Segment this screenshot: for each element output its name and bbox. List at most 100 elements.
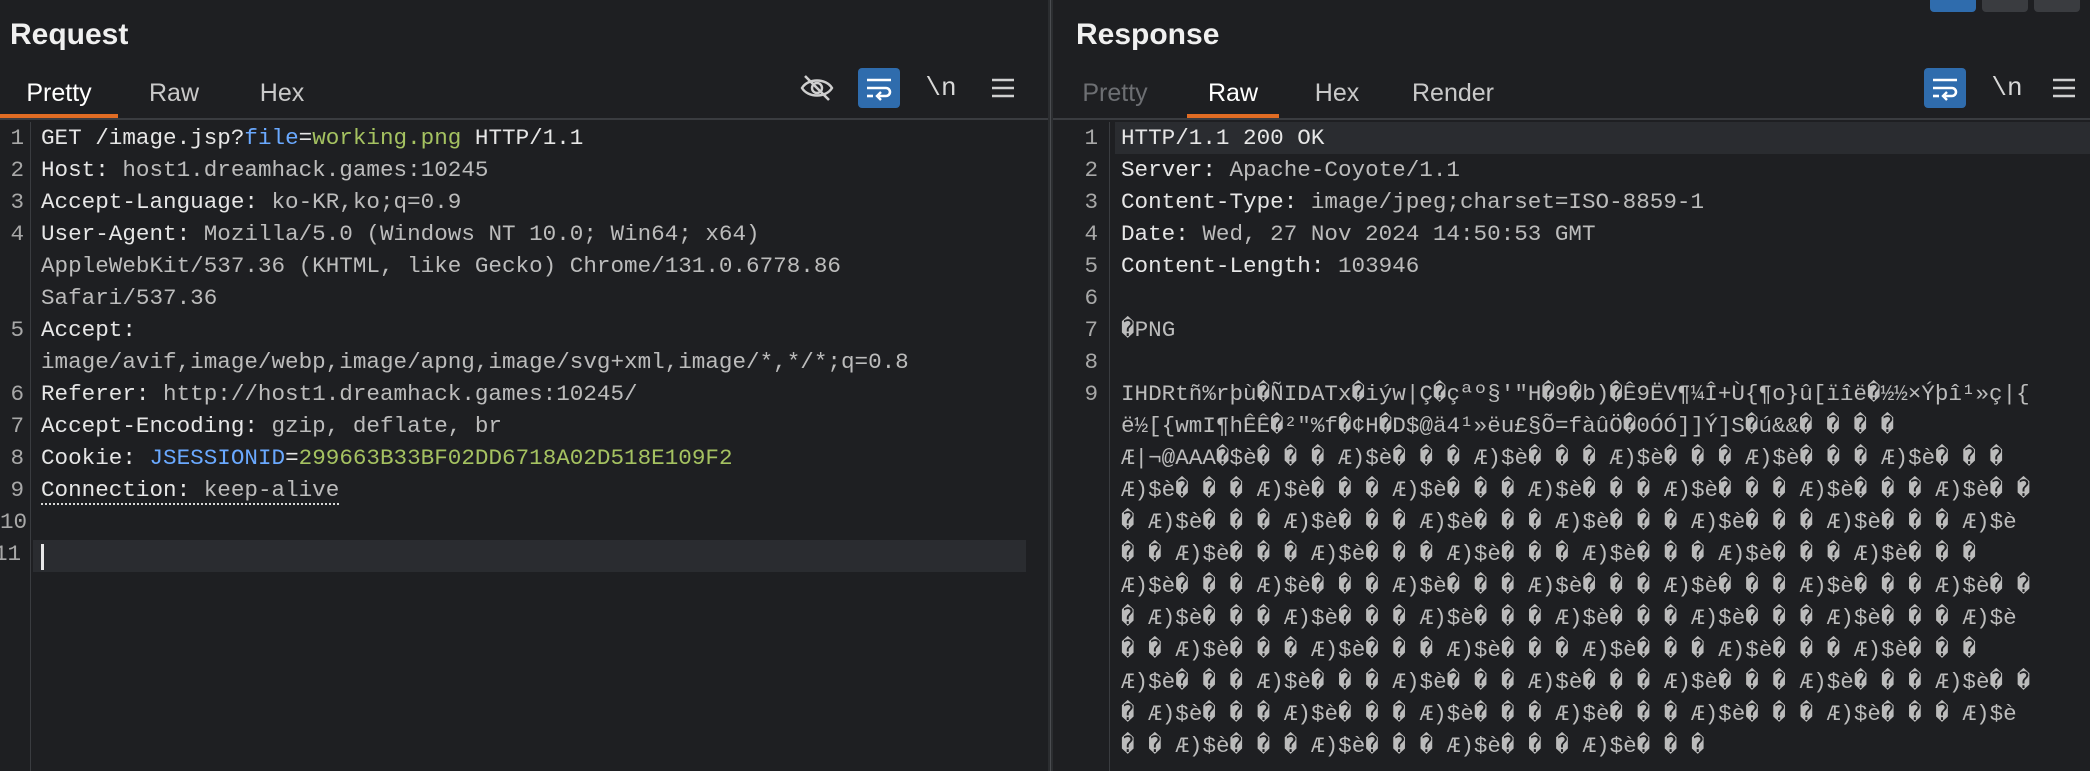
cookie-value: 299663B33BF02DD6718A02D518E109F2	[298, 445, 733, 471]
line-number: 5	[10, 317, 24, 343]
tab-raw[interactable]: Raw	[132, 78, 216, 118]
line-number: 1	[10, 125, 24, 151]
body-continuation: � Æ)$è� � � Æ)$è� � � Æ)$è� � � Æ)$è� � …	[1121, 509, 2017, 535]
line-number: 6	[1084, 285, 1098, 311]
wrap-lines-toggle[interactable]	[1924, 68, 1966, 108]
body-text: IHDRtñ%rþù�ÑIDATx�iýw|Ç�çªº§'"H�9�b)�Ê9Ë…	[1121, 381, 2030, 407]
header-name: Accept-Language:	[41, 189, 258, 215]
body-continuation: Æ)$è� � � Æ)$è� � � Æ)$è� � � Æ)$è� � � …	[1121, 669, 2031, 695]
status-text: HTTP/1.1 200 OK	[1121, 125, 1325, 151]
tab-hex[interactable]: Hex	[1295, 78, 1379, 118]
tab-hex[interactable]: Hex	[240, 78, 324, 118]
line-number: 3	[1084, 189, 1098, 215]
pane-splitter-line	[1050, 0, 1051, 771]
header-name: Accept:	[41, 317, 136, 343]
line-number: 9	[10, 477, 24, 503]
line-number: 7	[10, 413, 24, 439]
header-name: Connection:	[41, 477, 191, 503]
header-name: Content-Type:	[1121, 189, 1298, 215]
gutter-separator	[30, 122, 31, 771]
header-name: Content-Length:	[1121, 253, 1325, 279]
tab-pretty[interactable]: Pretty	[0, 78, 118, 118]
show-newlines-toggle[interactable]: \n	[1986, 68, 2028, 108]
header-value: Mozilla/5.0 (Windows NT 10.0; Win64; x64…	[190, 221, 760, 247]
header-name: Date:	[1121, 221, 1189, 247]
line-number: 8	[10, 445, 24, 471]
header-name: Server:	[1121, 157, 1216, 183]
show-newlines-toggle[interactable]: \n	[920, 68, 962, 108]
wrap-lines-toggle[interactable]	[858, 68, 900, 108]
header-value-continuation: AppleWebKit/537.36 (KHTML, like Gecko) C…	[41, 253, 841, 279]
menu-button[interactable]	[982, 68, 1024, 108]
wrap-text-icon	[1930, 74, 1960, 102]
line-number: 3	[10, 189, 24, 215]
tabbar-divider	[0, 118, 1048, 120]
body-continuation: Æ|¬@AAA�$è� � � Æ)$è� � � Æ)$è� � � Æ)$è…	[1121, 445, 2004, 471]
equals-sign: =	[298, 125, 313, 151]
line-number: 6	[10, 381, 24, 407]
cookie-key: JSESSIONID	[149, 445, 286, 471]
single-pane-icon[interactable]	[2034, 0, 2080, 12]
line-number: 4	[10, 221, 24, 247]
body-continuation: � � Æ)$è� � � Æ)$è� � � Æ)$è� � � Æ)$è� …	[1121, 733, 1705, 759]
newline-label: \n	[925, 73, 957, 103]
layout-toggle-group	[1920, 0, 2090, 14]
menu-button[interactable]	[2043, 68, 2085, 108]
http-version: HTTP/1.1	[461, 125, 584, 151]
line-number: 4	[1084, 221, 1098, 247]
line-number: 5	[1084, 253, 1098, 279]
request-path: /image.jsp?	[81, 125, 245, 151]
header-value: ko-KR,ko;q=0.9	[257, 189, 462, 215]
line-number: 10	[0, 509, 28, 535]
request-panel: Request Pretty Raw Hex \n 1 GET /image.j…	[0, 0, 1048, 771]
response-panel: Response Pretty Raw Hex Render \n 1 HTTP…	[1053, 0, 2090, 771]
panel-title: Request	[10, 18, 129, 51]
line-number: 9	[1084, 381, 1098, 407]
http-method: GET	[41, 125, 82, 151]
body-text: �PNG	[1121, 317, 1176, 343]
header-value-continuation: Safari/537.36	[41, 285, 218, 311]
tab-render[interactable]: Render	[1395, 78, 1511, 118]
hide-nonprintable-toggle[interactable]	[796, 68, 838, 108]
tab-raw[interactable]: Raw	[1187, 78, 1279, 118]
body-continuation: � Æ)$è� � � Æ)$è� � � Æ)$è� � � Æ)$è� � …	[1121, 701, 2017, 727]
header-value: http://host1.dreamhack.games:10245/	[149, 381, 638, 407]
query-param-value: working.png	[312, 125, 462, 151]
header-value: 103946	[1324, 253, 1420, 279]
header-value: keep-alive	[190, 477, 340, 503]
body-continuation: � � Æ)$è� � � Æ)$è� � � Æ)$è� � � Æ)$è� …	[1121, 637, 1977, 663]
split-horizontal-icon[interactable]	[1930, 0, 1976, 12]
header-value: Wed, 27 Nov 2024 14:50:53 GMT	[1188, 221, 1596, 247]
request-editor[interactable]: 1 GET /image.jsp?file=working.png HTTP/1…	[0, 122, 1048, 771]
body-continuation: ë½[{wmI¶hÊÊ�²"%f�¢H�D$@ä4¹»ëu£§Õ=fàûÖ�0Ó…	[1121, 413, 1895, 439]
header-value: Apache-Coyote/1.1	[1215, 157, 1460, 183]
line-number: 2	[1084, 157, 1098, 183]
equals-sign: =	[285, 445, 299, 471]
tab-pretty[interactable]: Pretty	[1059, 78, 1171, 118]
line-number: 8	[1084, 349, 1098, 375]
body-continuation: � Æ)$è� � � Æ)$è� � � Æ)$è� � � Æ)$è� � …	[1121, 605, 2017, 631]
header-name: Referer:	[41, 381, 150, 407]
line-number: 1	[1084, 125, 1098, 151]
hamburger-menu-icon	[989, 76, 1017, 100]
query-param-key: file	[244, 125, 299, 151]
line-number: 7	[1084, 317, 1098, 343]
tabbar-divider	[1053, 118, 2090, 120]
header-value-continuation: image/avif,image/webp,image/apng,image/s…	[41, 349, 909, 375]
hamburger-menu-icon	[2050, 76, 2078, 100]
response-editor[interactable]: 1 HTTP/1.1 200 OK 2 Server: Apache-Coyot…	[1053, 122, 2090, 771]
eye-slash-icon	[799, 72, 835, 104]
header-value: host1.dreamhack.games:10245	[108, 157, 489, 183]
panel-title: Response	[1076, 18, 1220, 51]
header-name: User-Agent:	[41, 221, 191, 247]
header-name: Host:	[41, 157, 109, 183]
body-continuation: Æ)$è� � � Æ)$è� � � Æ)$è� � � Æ)$è� � � …	[1121, 573, 2031, 599]
header-value: gzip, deflate, br	[257, 413, 502, 439]
text-caret	[41, 544, 44, 570]
split-vertical-icon[interactable]	[1982, 0, 2028, 12]
body-continuation: Æ)$è� � � Æ)$è� � � Æ)$è� � � Æ)$è� � � …	[1121, 477, 2031, 503]
gutter-separator	[1109, 122, 1110, 771]
line-number: 11	[0, 541, 22, 567]
body-continuation: � � Æ)$è� � � Æ)$è� � � Æ)$è� � � Æ)$è� …	[1121, 541, 1977, 567]
